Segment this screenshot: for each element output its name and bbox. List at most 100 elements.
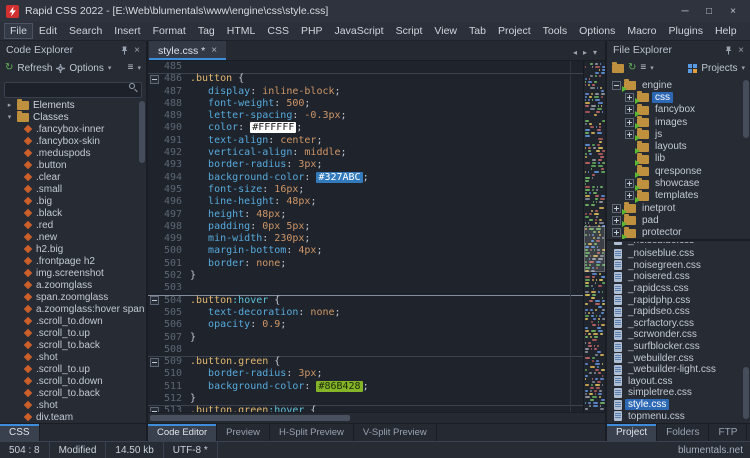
class-item[interactable]: a.zoomglass: [0, 279, 146, 291]
pin-icon[interactable]: [120, 46, 129, 55]
tab-style-css[interactable]: style.css * ×: [149, 41, 226, 60]
file-item[interactable]: topmenu.css: [607, 410, 750, 422]
code-line[interactable]: 488 font-weight: 500;: [148, 98, 583, 110]
file-item[interactable]: _scrfactory.css: [607, 318, 750, 330]
code-line[interactable]: 485: [148, 61, 583, 73]
menu-item-options[interactable]: Options: [573, 23, 621, 39]
folder-row[interactable]: layouts: [607, 140, 750, 152]
code-line[interactable]: 501 border: none;: [148, 258, 583, 270]
code-line[interactable]: 497 height: 48px;: [148, 209, 583, 221]
class-item[interactable]: .small: [0, 183, 146, 195]
scrollbar-thumb[interactable]: [150, 415, 350, 421]
projects-icon[interactable]: [688, 64, 697, 73]
expand-icon[interactable]: [612, 204, 621, 213]
tab-close-icon[interactable]: ×: [211, 45, 217, 56]
fold-marker-icon[interactable]: [150, 358, 159, 367]
code-line[interactable]: 498 padding: 0px 5px;: [148, 221, 583, 233]
sort-icon[interactable]: ≡: [128, 63, 134, 73]
folder-tree-scrollbar[interactable]: [743, 77, 749, 239]
code-line[interactable]: 491 text-align: center;: [148, 135, 583, 147]
menu-item-help[interactable]: Help: [709, 23, 743, 39]
mode-tab-h-split-preview[interactable]: H-Split Preview: [270, 424, 354, 441]
folder-row[interactable]: showcase: [607, 177, 750, 189]
tab-prev-icon[interactable]: ◂: [573, 48, 577, 57]
code-line[interactable]: 503: [148, 282, 583, 294]
horizontal-scrollbar[interactable]: [148, 412, 605, 423]
menu-item-css[interactable]: CSS: [261, 23, 295, 39]
projects-button[interactable]: Projects: [701, 63, 737, 74]
file-item[interactable]: _noisegreen.css: [607, 260, 750, 272]
code-line[interactable]: 505 text-decoration: none;: [148, 307, 583, 319]
menu-item-edit[interactable]: Edit: [33, 23, 63, 39]
expand-icon[interactable]: [612, 228, 621, 237]
code-line[interactable]: 504.button:hover {: [148, 295, 583, 307]
expand-icon[interactable]: [625, 191, 634, 200]
mode-tab-preview[interactable]: Preview: [217, 424, 270, 441]
file-item[interactable]: _rapidseo.css: [607, 306, 750, 318]
tab-list-icon[interactable]: ▾: [593, 48, 597, 57]
code-line[interactable]: 496 line-height: 48px;: [148, 196, 583, 208]
class-item[interactable]: .big: [0, 195, 146, 207]
file-item[interactable]: _webuilder-light.css: [607, 364, 750, 376]
refresh-icon[interactable]: ↻: [5, 63, 13, 73]
menu-item-search[interactable]: Search: [63, 23, 108, 39]
class-item[interactable]: .red: [0, 219, 146, 231]
minimap-viewport[interactable]: [584, 226, 605, 272]
class-item[interactable]: span.zoomglass: [0, 291, 146, 303]
file-list-scrollbar[interactable]: [743, 241, 749, 423]
class-item[interactable]: .scroll_to.back: [0, 387, 146, 399]
class-item[interactable]: .meduspods: [0, 147, 146, 159]
expand-icon[interactable]: [625, 118, 634, 127]
class-item[interactable]: .button: [0, 159, 146, 171]
file-item[interactable]: simpletree.css: [607, 387, 750, 399]
search-icon[interactable]: [129, 83, 135, 89]
mode-tab-code-editor[interactable]: Code Editor: [148, 424, 217, 441]
code-line[interactable]: 494 background-color: #327ABC;: [148, 172, 583, 184]
class-item[interactable]: img.screenshot: [0, 267, 146, 279]
expand-icon[interactable]: [612, 216, 621, 225]
tree-group-classes[interactable]: ▾Classes: [0, 111, 146, 123]
menu-item-project[interactable]: Project: [492, 23, 537, 39]
file-item[interactable]: layout.css: [607, 376, 750, 388]
code-line[interactable]: 486.button {: [148, 73, 583, 85]
code-line[interactable]: 502}: [148, 270, 583, 282]
minimize-button[interactable]: ─: [674, 3, 696, 19]
class-item[interactable]: .clear: [0, 171, 146, 183]
menu-item-file[interactable]: File: [4, 23, 33, 39]
class-item[interactable]: div.team: [0, 411, 146, 423]
class-item[interactable]: .scroll_to.back: [0, 339, 146, 351]
folder-row[interactable]: inetprot: [607, 202, 750, 214]
expand-icon[interactable]: [625, 179, 634, 188]
website-link[interactable]: blumentals.net: [678, 445, 750, 456]
code-line[interactable]: 511 background-color: #86B428;: [148, 381, 583, 393]
chevron-down-icon[interactable]: ▾: [741, 64, 745, 72]
collapse-icon[interactable]: ▾: [6, 113, 13, 121]
file-item[interactable]: _rapidphp.css: [607, 294, 750, 306]
code-line[interactable]: 506 opacity: 0.9;: [148, 319, 583, 331]
menu-item-script[interactable]: Script: [390, 23, 429, 39]
folder-row[interactable]: qresponse: [607, 165, 750, 177]
chevron-down-icon[interactable]: ▾: [650, 64, 654, 72]
folder-row[interactable]: js: [607, 128, 750, 140]
file-item[interactable]: _noisered.css: [607, 271, 750, 283]
class-item[interactable]: h2.big: [0, 243, 146, 255]
code-line[interactable]: 489 letter-spacing: -0.3px;: [148, 110, 583, 122]
fold-marker-icon[interactable]: [150, 75, 159, 84]
file-item[interactable]: _webuilder.css: [607, 352, 750, 364]
folder-row[interactable]: protector: [607, 227, 750, 239]
mode-tab-v-split-preview[interactable]: V-Split Preview: [354, 424, 437, 441]
collapse-icon[interactable]: [612, 81, 621, 90]
menu-item-tag[interactable]: Tag: [192, 23, 221, 39]
code-line[interactable]: 499 min-width: 230px;: [148, 233, 583, 245]
code-line[interactable]: 509.button.green {: [148, 356, 583, 368]
menu-item-html[interactable]: HTML: [221, 23, 262, 39]
class-item[interactable]: .scroll_to.down: [0, 375, 146, 387]
code-explorer-scrollbar[interactable]: [139, 97, 145, 423]
panel-tab-project[interactable]: Project: [607, 424, 657, 441]
code-line[interactable]: 513.button.green:hover {: [148, 405, 583, 412]
class-item[interactable]: .scroll_to.up: [0, 363, 146, 375]
class-item[interactable]: .new: [0, 231, 146, 243]
code-line[interactable]: 487 display: inline-block;: [148, 86, 583, 98]
close-panel-icon[interactable]: ×: [738, 45, 744, 56]
code-editor[interactable]: 485486.button {487 display: inline-block…: [148, 61, 583, 412]
